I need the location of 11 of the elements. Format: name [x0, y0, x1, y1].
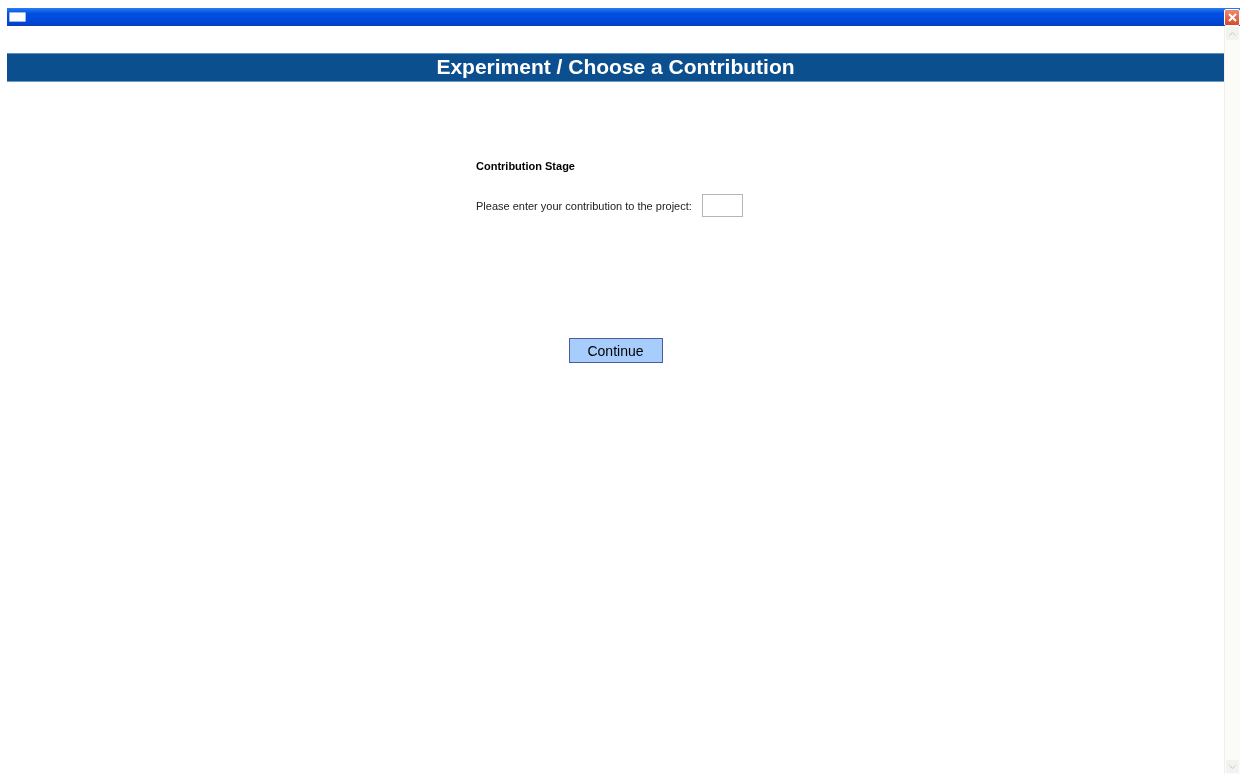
contribution-field[interactable]	[701, 194, 743, 217]
contribution-label: Please enter your contribution to the project:	[476, 199, 692, 212]
scrollbar[interactable]	[1224, 26, 1240, 774]
close-button[interactable]	[1224, 8, 1240, 26]
continue-button[interactable]: Continue	[568, 338, 663, 363]
section-title: Contribution Stage	[476, 160, 576, 172]
page-heading: Experiment / Choose a Contribution	[7, 53, 1224, 82]
window-icon	[9, 12, 26, 22]
scroll-up-icon[interactable]	[1229, 31, 1236, 36]
scroll-down-icon[interactable]	[1229, 764, 1236, 769]
close-icon	[1227, 12, 1237, 22]
